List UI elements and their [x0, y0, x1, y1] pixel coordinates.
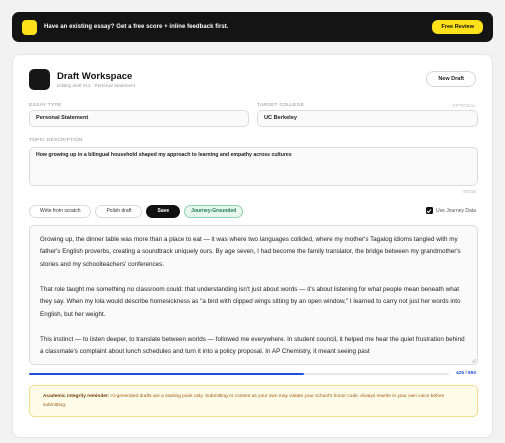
save-button[interactable]: Save — [146, 205, 181, 218]
draft-workspace-card: Draft Workspace Editing draft #12 · Pers… — [12, 54, 493, 438]
target-college-label: Target College — [257, 103, 305, 108]
essay-type-label: Essay Type — [29, 103, 62, 108]
tab-write-from-scratch[interactable]: Write from scratch — [29, 205, 92, 218]
journey-data-label: Use Journey Data — [435, 207, 476, 214]
workspace-logo — [29, 69, 50, 90]
essay-type-select[interactable]: Personal Statement — [29, 110, 249, 127]
integrity-notice-title: Academic integrity reminder: — [43, 394, 110, 399]
essay-paragraph: That role taught me something no classro… — [40, 285, 461, 318]
banner-text: Have an existing essay? Get a free score… — [44, 24, 229, 30]
target-college-input[interactable]: UC Berkeley — [257, 110, 478, 127]
word-count-progress-fill — [29, 373, 304, 375]
word-count-progress — [29, 373, 449, 375]
essay-textarea[interactable]: Growing up, the dinner table was more th… — [29, 225, 478, 365]
checkmark-icon — [427, 208, 432, 213]
topic-label: Topic Description — [29, 138, 83, 143]
tab-polish-draft[interactable]: Polish draft — [95, 205, 143, 218]
mode-tabs: Write from scratch Polish draft Save Jou… — [29, 205, 244, 218]
integrity-notice: Academic integrity reminder: AI-generate… — [29, 385, 478, 417]
page-subtitle: Editing draft #12 · Personal Statement — [57, 83, 135, 88]
essay-paragraph: This instinct — to listen deeper, to tra… — [40, 335, 465, 356]
journey-grounded-badge[interactable]: Journey-Grounded — [184, 205, 244, 218]
journey-data-checkbox[interactable] — [425, 207, 433, 214]
word-count-label: 425 / 650 — [455, 371, 476, 376]
resize-handle-icon[interactable] — [471, 358, 476, 363]
promo-banner: Have an existing essay? Get a free score… — [12, 12, 493, 42]
topic-textarea[interactable]: How growing up in a bilingual household … — [29, 147, 478, 186]
page-title: Draft Workspace — [57, 71, 133, 82]
topic-char-counter: 97/220 — [463, 189, 476, 194]
new-draft-button[interactable]: New Draft — [426, 71, 476, 87]
lightning-icon — [22, 19, 37, 35]
free-review-button[interactable]: Free Review — [432, 20, 483, 34]
essay-paragraph: Growing up, the dinner table was more th… — [40, 236, 461, 268]
optional-tag: Optional — [452, 103, 476, 108]
journey-data-toggle[interactable]: Use Journey Data — [425, 207, 476, 214]
